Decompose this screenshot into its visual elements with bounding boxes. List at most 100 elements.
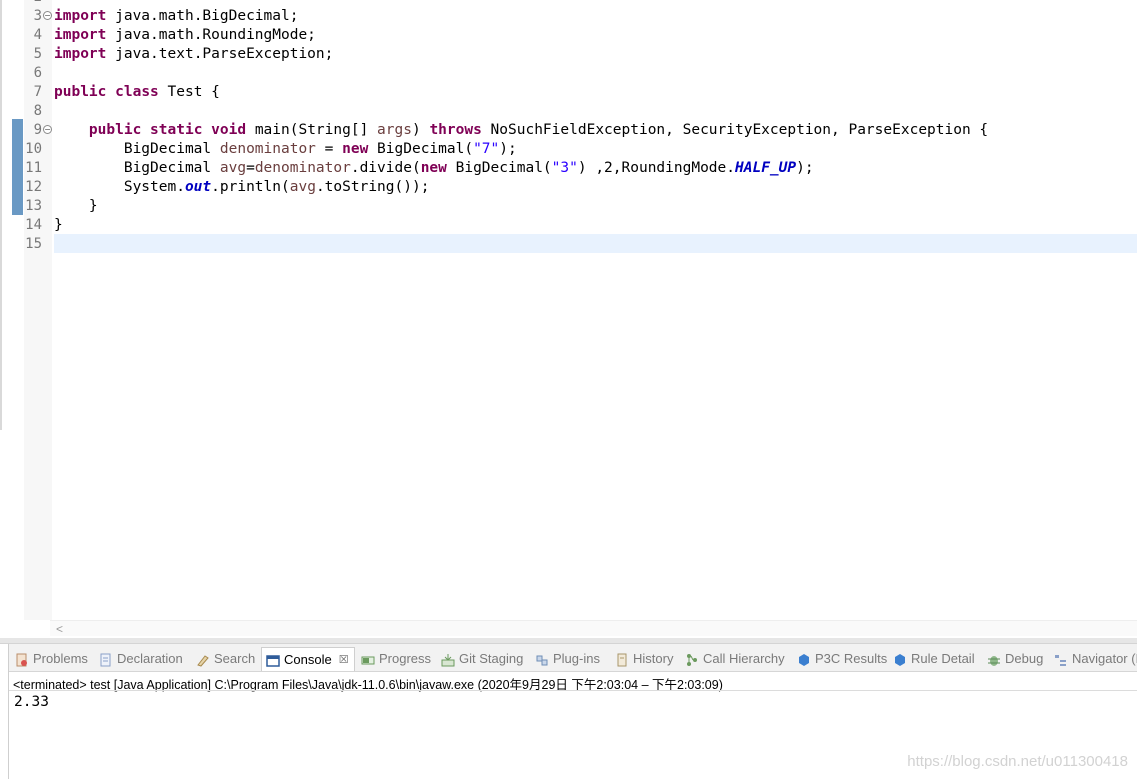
close-icon[interactable]: ☒	[339, 649, 349, 671]
code-text: =	[246, 160, 255, 176]
keyword: static	[150, 122, 203, 138]
editor-left-border	[0, 0, 2, 430]
keyword: class	[115, 84, 159, 100]
tab-label: Git Staging	[459, 651, 524, 666]
code-text: =	[315, 141, 343, 157]
scroll-left-icon[interactable]: <	[56, 622, 63, 636]
panel-tab-bar: Problems Declaration Search Console ☒ Pr…	[9, 644, 1137, 672]
code-line-12: System.out.println(avg.toString());	[54, 178, 430, 197]
tab-call-hierarchy[interactable]: Call Hierarchy	[685, 648, 785, 670]
progress-icon	[361, 652, 375, 666]
code-line-5: import java.text.ParseException;	[54, 45, 333, 64]
tab-label: Navigator (D	[1072, 651, 1137, 666]
rule-detail-icon	[893, 652, 907, 666]
code-line-3: import java.math.BigDecimal;	[54, 7, 298, 26]
tab-debug[interactable]: Debug	[987, 648, 1043, 670]
code-text: java.text.ParseException;	[106, 46, 334, 62]
tab-rule-detail[interactable]: Rule Detail	[893, 648, 975, 670]
keyword: throws	[429, 122, 482, 138]
code-text-area[interactable]: import java.math.BigDecimal; import java…	[54, 0, 1137, 620]
code-text: BigDecimal(	[446, 160, 552, 176]
line-number: 12	[25, 179, 42, 195]
tab-p3c-results[interactable]: P3C Results	[797, 648, 887, 670]
keyword: import	[54, 8, 107, 24]
code-text: System.	[123, 179, 185, 195]
code-line-4: import java.math.RoundingMode;	[54, 26, 316, 45]
problems-icon	[15, 652, 29, 667]
static-field: HALF_UP	[735, 160, 797, 176]
call-hierarchy-icon	[685, 652, 699, 666]
code-text: )	[411, 122, 430, 138]
line-number: 7	[33, 84, 42, 100]
local-variable: denominator	[219, 141, 316, 157]
code-text: .toString());	[315, 179, 430, 195]
tab-label: Search	[214, 651, 256, 666]
git-staging-icon	[441, 652, 455, 667]
code-text: ) ,2,RoundingMode.	[577, 160, 735, 176]
tab-label: Declaration	[117, 651, 183, 666]
line-number-ruler: 2 3 4 5 6 7 8 9 10 11 12 13 14 15	[24, 0, 52, 620]
code-text: );	[796, 160, 814, 176]
tab-navigator[interactable]: Navigator (D	[1054, 648, 1137, 670]
code-text: BigDecimal(	[368, 141, 474, 157]
keyword: void	[211, 122, 247, 138]
code-line-9: public static void main(String[] args) t…	[54, 121, 988, 140]
static-field: out	[184, 179, 212, 195]
code-line-14: }	[54, 217, 63, 233]
line-number: 10	[25, 141, 42, 157]
line-number: 11	[25, 160, 42, 176]
string-literal: "3"	[551, 160, 578, 176]
code-text: Test {	[158, 84, 220, 100]
code-text: BigDecimal	[123, 160, 220, 176]
keyword: public	[54, 84, 107, 100]
line-number: 3	[33, 8, 42, 24]
tab-console[interactable]: Console ☒	[261, 647, 355, 671]
horizontal-scrollbar[interactable]: <	[50, 620, 1137, 636]
tab-git-staging[interactable]: Git Staging	[441, 648, 523, 670]
p3c-icon	[797, 652, 811, 666]
tab-label: Rule Detail	[911, 651, 975, 666]
tab-history[interactable]: History	[615, 648, 673, 670]
console-divider	[9, 690, 1137, 691]
tab-label: History	[633, 651, 674, 666]
tab-label: Plug-ins	[553, 651, 600, 666]
console-output[interactable]: 2.33	[14, 694, 49, 710]
line-number: 5	[33, 46, 42, 62]
tab-problems[interactable]: Problems	[15, 648, 88, 670]
code-text: );	[499, 141, 517, 157]
line-number: 6	[33, 65, 42, 81]
code-text: .divide(	[350, 160, 421, 176]
code-text: .println(	[211, 179, 290, 195]
bottom-panel: Problems Declaration Search Console ☒ Pr…	[8, 644, 1137, 779]
line-number: 2	[18, 0, 42, 7]
code-line-11: BigDecimal avg=denominator.divide(new Bi…	[54, 159, 814, 178]
search-icon	[196, 652, 210, 667]
line-number: 15	[25, 236, 42, 252]
keyword: public	[88, 122, 142, 138]
tab-search[interactable]: Search	[196, 648, 255, 670]
code-text: main(String[]	[246, 122, 378, 138]
keyword: new	[342, 141, 369, 157]
history-icon	[615, 652, 629, 667]
code-line-10: BigDecimal denominator = new BigDecimal(…	[54, 140, 517, 159]
debug-icon	[987, 652, 1001, 666]
navigator-icon	[1054, 652, 1068, 666]
tab-label: P3C Results	[815, 651, 888, 666]
fold-collapse-icon[interactable]: −	[43, 125, 52, 134]
tab-label: Call Hierarchy	[703, 651, 785, 666]
parameter: args	[377, 122, 412, 138]
tab-label: Problems	[33, 651, 88, 666]
fold-collapse-icon[interactable]: −	[43, 11, 52, 20]
tab-declaration[interactable]: Declaration	[99, 648, 183, 670]
tab-plugins[interactable]: Plug-ins	[535, 648, 600, 670]
code-text: NoSuchFieldException, SecurityException,…	[481, 122, 989, 138]
tab-label: Console	[284, 652, 332, 667]
keyword: new	[420, 160, 447, 176]
tab-progress[interactable]: Progress	[361, 648, 431, 670]
code-editor[interactable]: 2 3 4 5 6 7 8 9 10 11 12 13 14 15 − − im…	[0, 0, 1137, 638]
declaration-icon	[99, 652, 113, 667]
tab-label: Debug	[1005, 651, 1044, 666]
